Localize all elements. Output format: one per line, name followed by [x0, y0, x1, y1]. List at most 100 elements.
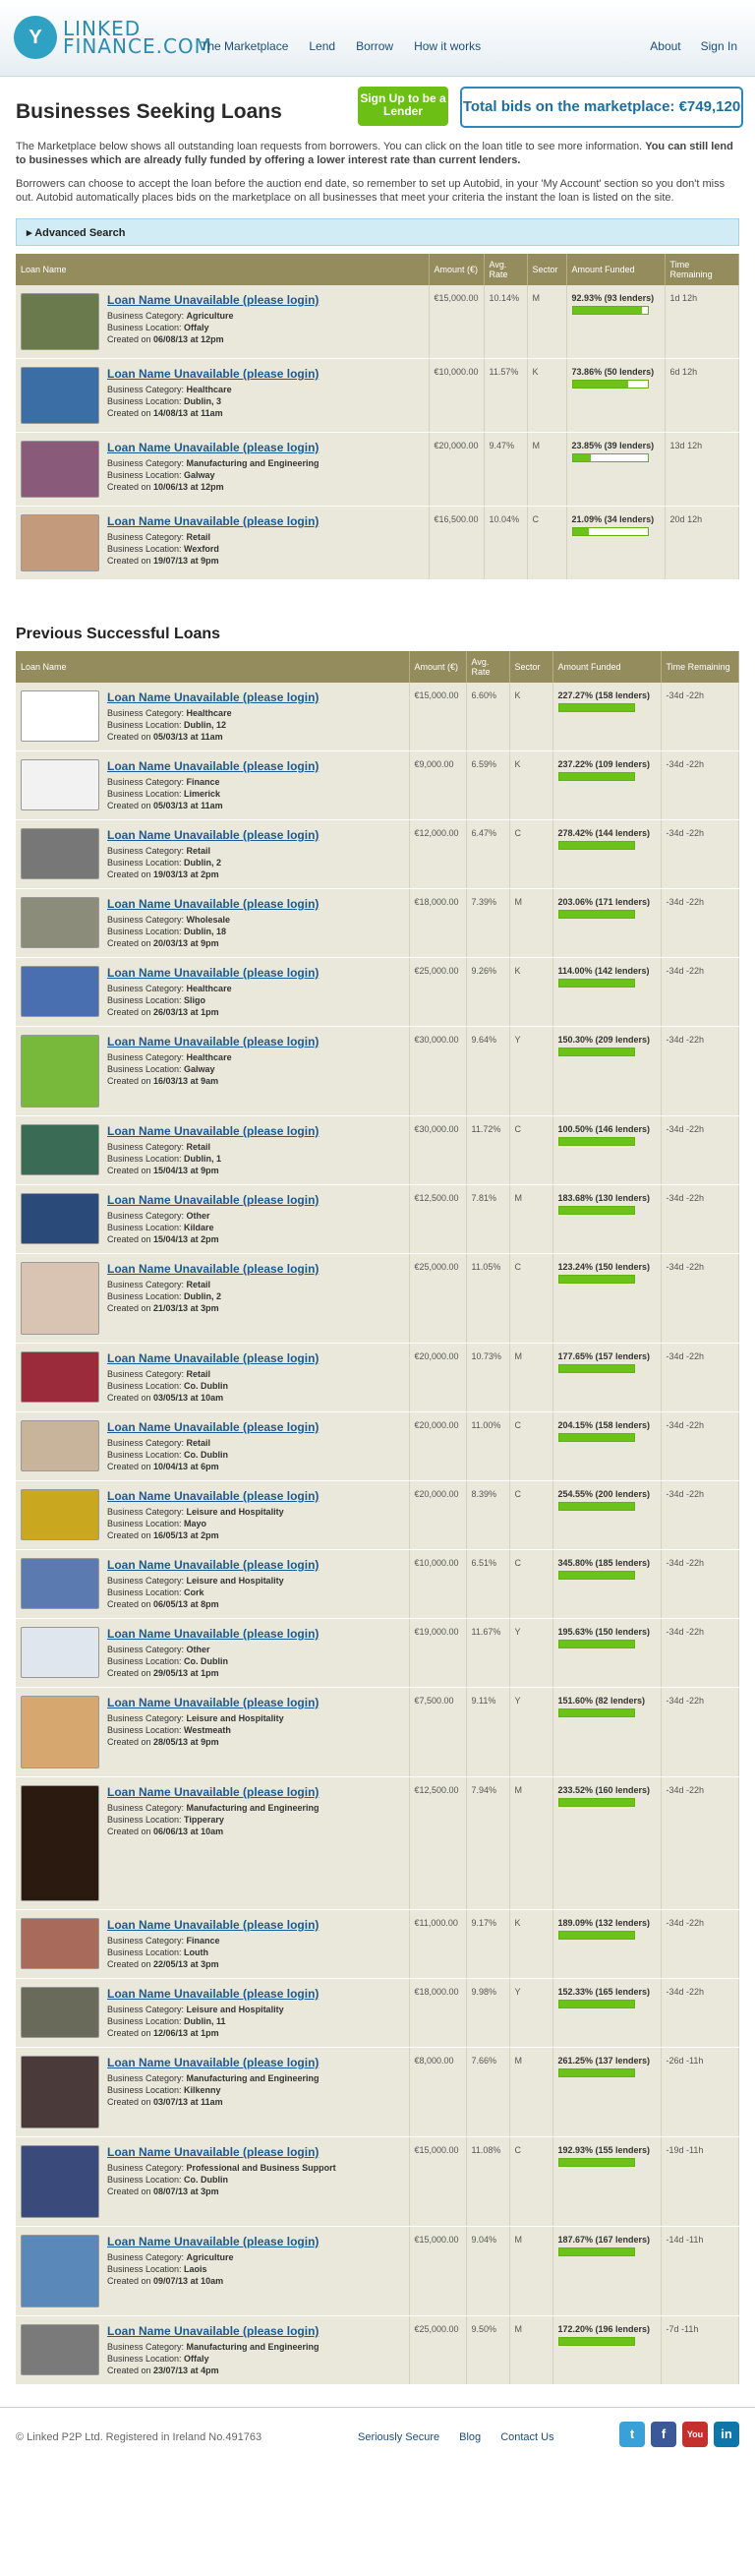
footer-link-contact[interactable]: Contact Us	[500, 2431, 553, 2443]
loan-rate: 6.60%	[466, 683, 510, 751]
funding-progress-fill	[558, 2001, 634, 2007]
loan-sector: M	[509, 1184, 553, 1254]
loan-cell: Loan Name Unavailable (please login) Bus…	[16, 506, 430, 580]
youtube-icon[interactable]: You	[682, 2422, 708, 2447]
col-funded[interactable]: Amount Funded	[552, 651, 662, 683]
business-photo[interactable]	[21, 514, 99, 571]
signup-lender-button[interactable]: Sign Up to be a Lender	[358, 87, 448, 126]
loan-time-remaining: -34d -22h	[661, 1549, 739, 1619]
business-photo[interactable]	[21, 828, 99, 879]
business-photo[interactable]	[21, 1918, 99, 1969]
business-photo[interactable]	[21, 1489, 99, 1540]
loan-cell: Loan Name Unavailable (please login) Bus…	[16, 1253, 410, 1344]
col-sector[interactable]: Sector	[509, 651, 553, 683]
loan-funded: 21.09% (34 lenders)	[566, 506, 666, 580]
loan-amount: €20,000.00	[429, 432, 485, 507]
facebook-icon[interactable]: f	[651, 2422, 676, 2447]
funded-text: 92.93% (93 lenders)	[571, 293, 655, 303]
col-time[interactable]: Time Remaining	[661, 651, 739, 683]
loan-time-remaining: 1d 12h	[665, 285, 740, 359]
loan-amount: €12,000.00	[409, 819, 467, 889]
loan-time-remaining: -34d -22h	[661, 819, 739, 889]
col-loan-name[interactable]: Loan Name	[16, 254, 430, 285]
business-photo[interactable]	[21, 1035, 99, 1108]
funding-progress-fill	[558, 1641, 634, 1647]
nav-sign-in[interactable]: Sign In	[701, 39, 737, 53]
loan-amount: €15,000.00	[409, 683, 467, 751]
loan-cell: Loan Name Unavailable (please login) Bus…	[16, 1115, 410, 1185]
business-photo[interactable]	[21, 1193, 99, 1244]
business-photo[interactable]	[21, 1696, 99, 1768]
business-photo[interactable]	[21, 1558, 99, 1609]
funding-progress-bar	[557, 772, 635, 781]
col-sector[interactable]: Sector	[527, 254, 567, 285]
footer-link-blog[interactable]: Blog	[459, 2431, 481, 2443]
nav-borrow[interactable]: Borrow	[356, 39, 393, 53]
business-photo[interactable]	[21, 690, 99, 742]
col-loan-name[interactable]: Loan Name	[16, 651, 410, 683]
col-amount[interactable]: Amount (€)	[429, 254, 485, 285]
col-rate[interactable]: Avg. Rate	[484, 254, 528, 285]
loan-rate: 9.64%	[466, 1026, 510, 1116]
funding-progress-bar	[557, 2247, 635, 2256]
business-photo[interactable]	[21, 759, 99, 810]
funding-progress-fill	[558, 1276, 634, 1283]
funding-progress-bar	[557, 703, 635, 712]
nav-lend[interactable]: Lend	[309, 39, 335, 53]
business-photo[interactable]	[21, 1351, 99, 1403]
loan-sector: K	[527, 358, 567, 433]
business-photo[interactable]	[21, 293, 99, 350]
loan-time-remaining: -34d -22h	[661, 1776, 739, 1910]
business-photo[interactable]	[21, 367, 99, 424]
site-logo[interactable]: Y LINKED FINANCE.COM	[14, 16, 212, 59]
twitter-icon[interactable]: t	[619, 2422, 645, 2447]
col-rate[interactable]: Avg. Rate	[466, 651, 510, 683]
business-photo[interactable]	[21, 1262, 99, 1335]
loan-cell: Loan Name Unavailable (please login) Bus…	[16, 1618, 410, 1688]
funded-text: 278.42% (144 lenders)	[557, 828, 651, 838]
loan-row: Loan Name Unavailable (please login) Bus…	[16, 2136, 739, 2227]
loan-cell: Loan Name Unavailable (please login) Bus…	[16, 2315, 410, 2385]
loan-row: Loan Name Unavailable (please login) Bus…	[16, 1549, 739, 1619]
loan-cell: Loan Name Unavailable (please login) Bus…	[16, 285, 430, 359]
loan-amount: €25,000.00	[409, 2315, 467, 2385]
nav-marketplace[interactable]: The Marketplace	[201, 39, 288, 53]
funding-progress-fill	[558, 842, 634, 849]
loan-cell: Loan Name Unavailable (please login) Bus…	[16, 1549, 410, 1619]
business-photo[interactable]	[21, 2324, 99, 2375]
funded-text: 73.86% (50 lenders)	[571, 367, 655, 377]
linkedin-icon[interactable]: in	[714, 2422, 739, 2447]
col-time[interactable]: Time Remaining	[665, 254, 740, 285]
business-photo[interactable]	[21, 1124, 99, 1175]
business-photo[interactable]	[21, 966, 99, 1017]
funding-progress-fill	[558, 773, 634, 780]
col-funded[interactable]: Amount Funded	[566, 254, 666, 285]
business-photo[interactable]	[21, 1987, 99, 2038]
footer-link-secure[interactable]: Seriously Secure	[358, 2431, 439, 2443]
loan-amount: €11,000.00	[409, 1909, 467, 1979]
nav-how-it-works[interactable]: How it works	[414, 39, 481, 53]
loan-row: Loan Name Unavailable (please login) Bus…	[16, 1978, 739, 2048]
loan-rate: 9.50%	[466, 2315, 510, 2385]
col-amount[interactable]: Amount (€)	[409, 651, 467, 683]
loan-amount: €20,000.00	[409, 1343, 467, 1412]
business-photo[interactable]	[21, 441, 99, 498]
business-photo[interactable]	[21, 2056, 99, 2128]
business-photo[interactable]	[21, 897, 99, 948]
business-photo[interactable]	[21, 1785, 99, 1901]
business-photo[interactable]	[21, 1420, 99, 1471]
funding-progress-bar	[557, 910, 635, 919]
advanced-search-toggle[interactable]: ▸ Advanced Search	[16, 218, 739, 246]
funding-progress-fill	[558, 1709, 634, 1716]
loan-rate: 9.04%	[466, 2226, 510, 2316]
funding-progress-bar	[557, 1798, 635, 1807]
business-photo[interactable]	[21, 2235, 99, 2307]
funding-progress-bar	[557, 2068, 635, 2077]
funding-progress-bar	[557, 1502, 635, 1511]
loan-rate: 10.73%	[466, 1343, 510, 1412]
business-photo[interactable]	[21, 1627, 99, 1678]
funded-text: 345.80% (185 lenders)	[557, 1558, 651, 1568]
funding-progress-bar	[571, 527, 649, 536]
business-photo[interactable]	[21, 2145, 99, 2218]
nav-about[interactable]: About	[650, 39, 680, 53]
